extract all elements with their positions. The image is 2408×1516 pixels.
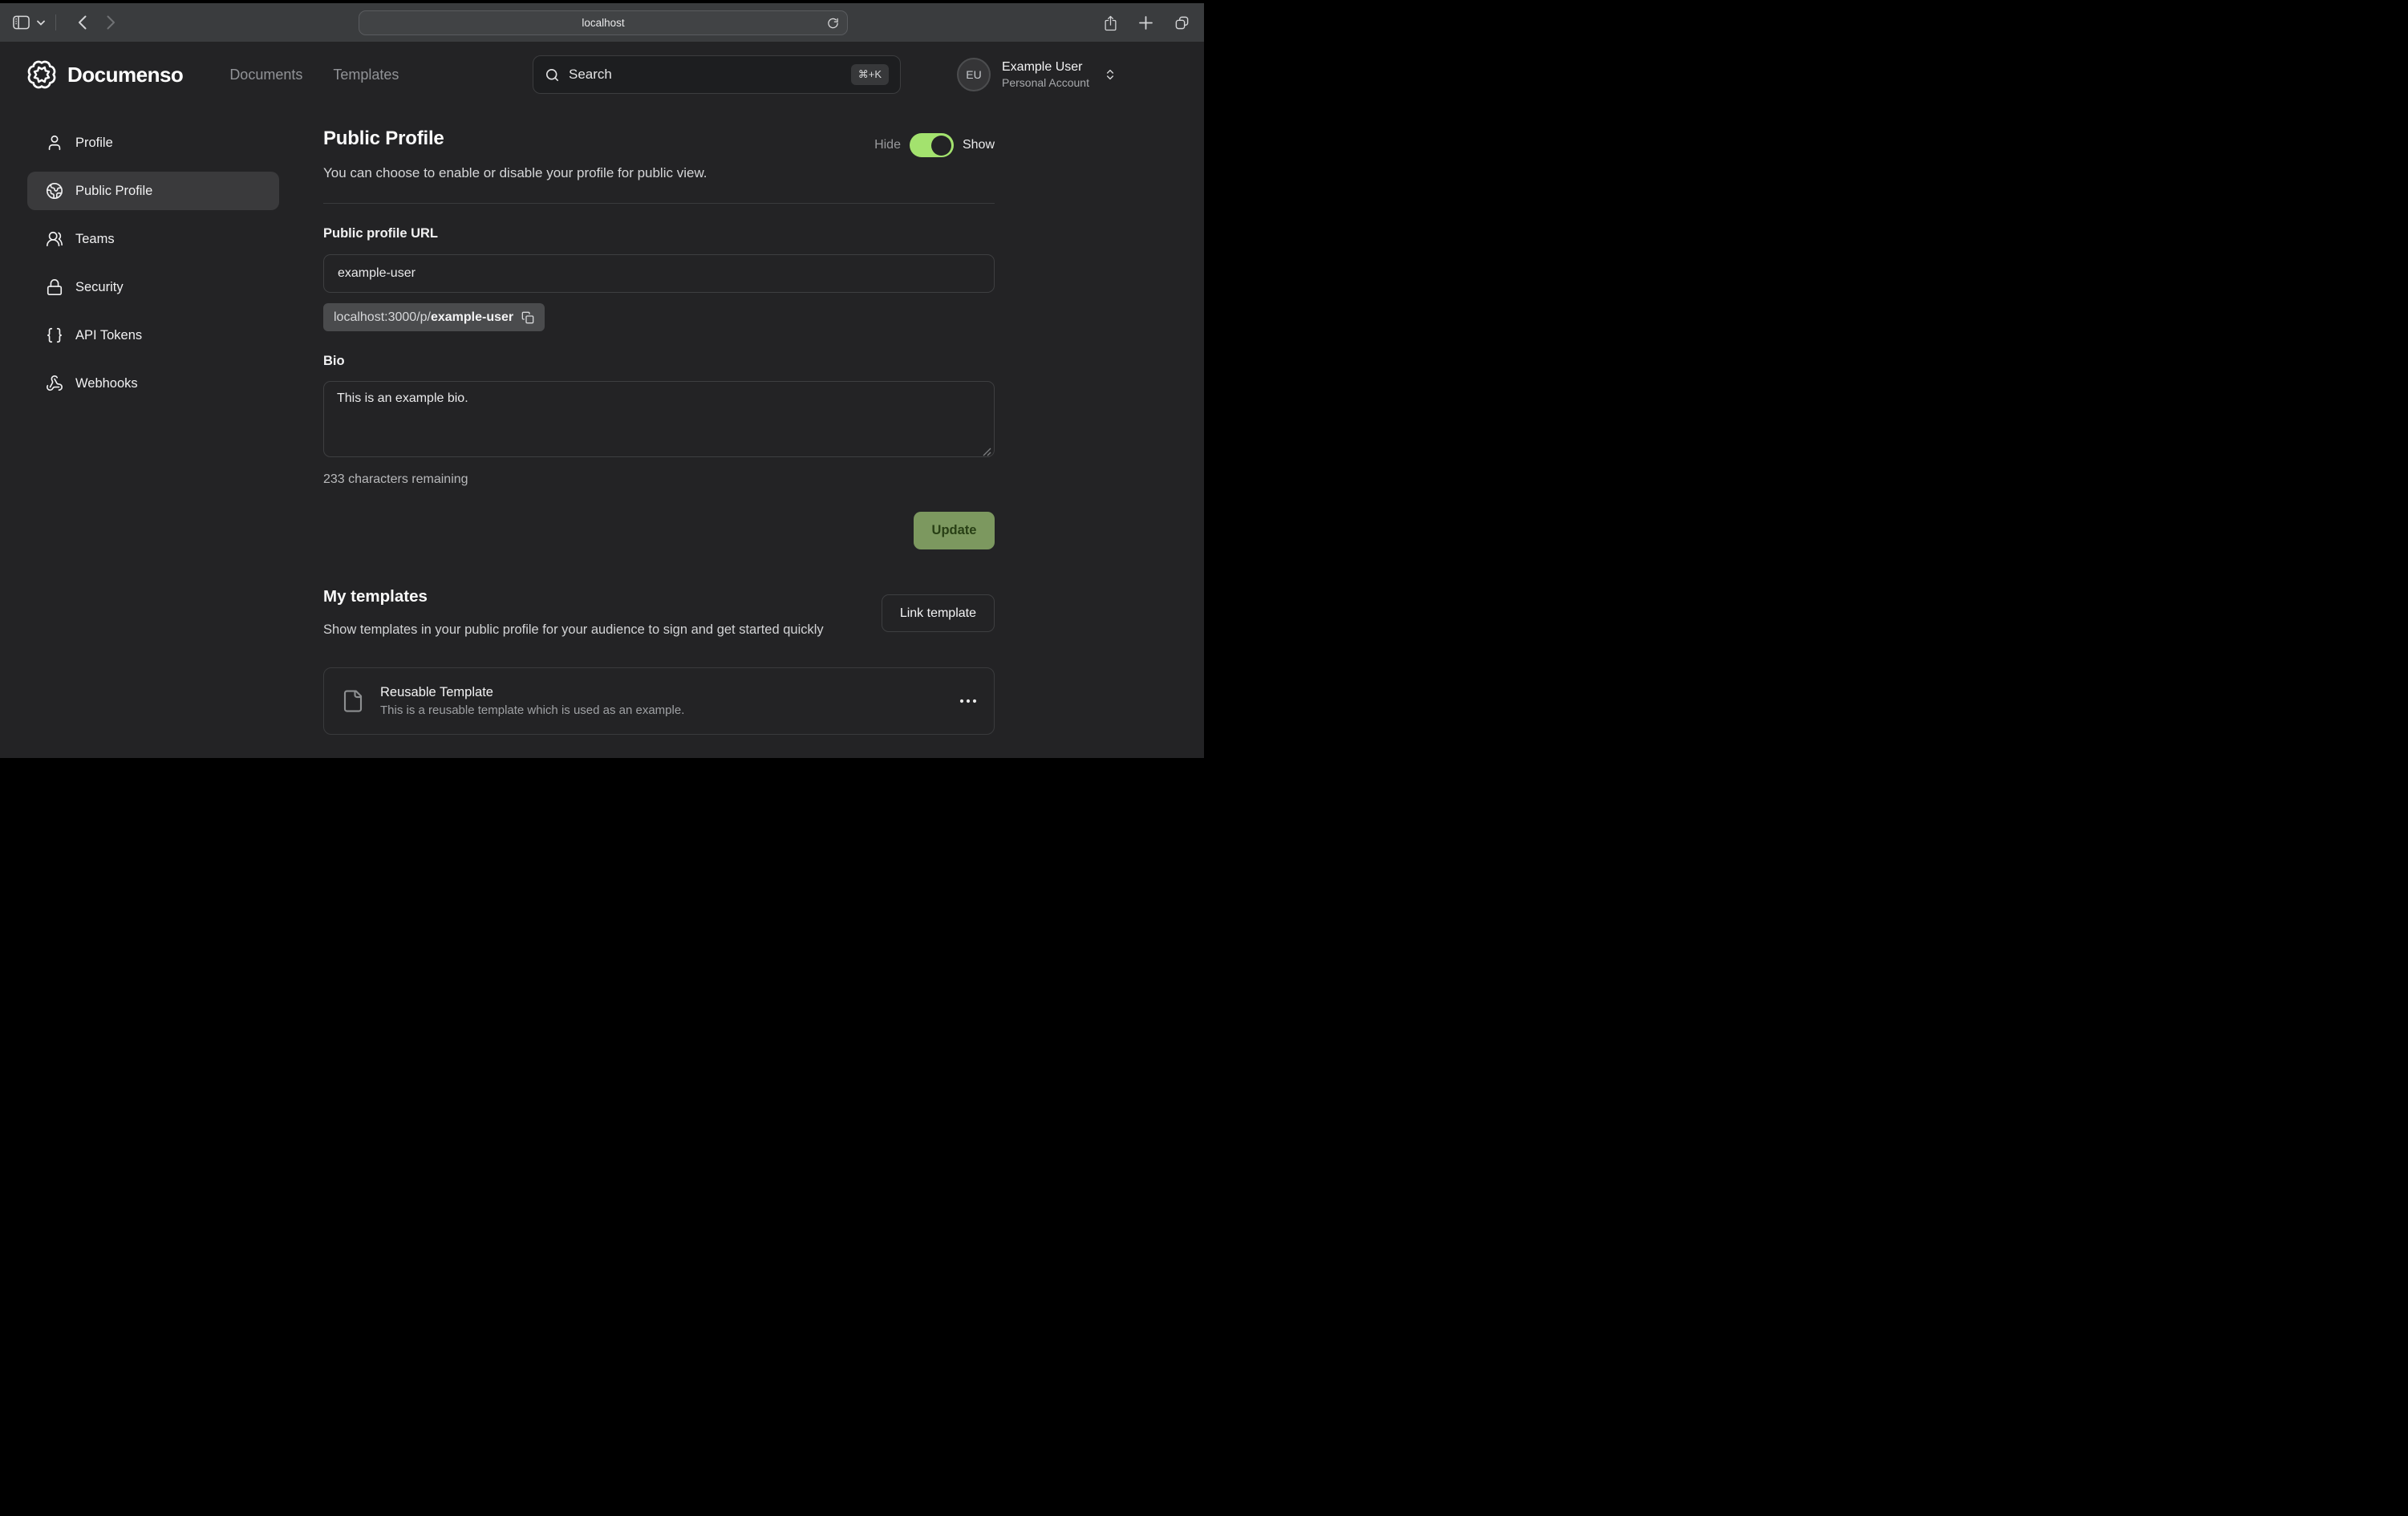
braces-icon [46,326,63,344]
search-input[interactable]: Search ⌘+K [533,55,901,94]
toggle-knob [931,136,951,156]
search-shortcut-badge: ⌘+K [851,64,889,85]
bio-characters-remaining: 233 characters remaining [323,472,995,487]
reload-icon[interactable] [827,17,839,30]
sidebar-item-label: Webhooks [75,376,138,391]
lock-icon [46,278,63,296]
new-tab-icon[interactable] [1139,16,1153,30]
page-subtitle: You can choose to enable or disable your… [323,165,995,181]
resize-handle-icon[interactable] [983,448,991,456]
search-icon [545,67,560,83]
sidebar-item-label: API Tokens [75,328,142,343]
link-template-button[interactable]: Link template [882,594,995,632]
documenso-app: Documenso Documents Templates Search ⌘+K… [0,43,1204,758]
sidebar-item-label: Public Profile [75,184,152,199]
user-icon [46,134,63,152]
template-description: This is a reusable template which is use… [380,703,684,717]
browser-toolbar: localhost [0,3,1204,43]
profile-visibility-toggle[interactable] [910,133,954,157]
sidebar-item-profile[interactable]: Profile [27,124,279,162]
sidebar-item-api-tokens[interactable]: API Tokens [27,316,279,355]
file-icon [341,687,365,715]
brand[interactable]: Documenso [26,59,183,90]
account-name: Example User [1002,59,1089,75]
account-type: Personal Account [1002,76,1089,90]
nav-templates[interactable]: Templates [333,67,399,83]
documenso-logo-icon [26,59,57,90]
copy-icon[interactable] [521,311,534,324]
sidebar-item-label: Security [75,280,124,295]
webhook-icon [46,375,63,392]
address-bar-url: localhost [582,17,624,29]
sidebar-item-security[interactable]: Security [27,268,279,306]
ellipsis-menu-icon[interactable] [959,699,977,703]
sidebar-item-teams[interactable]: Teams [27,220,279,258]
sidebar-item-label: Profile [75,136,113,151]
users-icon [46,230,63,248]
template-card: Reusable Template This is a reusable tem… [323,667,995,735]
public-profile-settings: Public Profile Hide Show You can choose … [323,107,995,735]
forward-icon[interactable] [107,15,116,30]
sidebar-item-webhooks[interactable]: Webhooks [27,364,279,403]
update-button[interactable]: Update [914,512,995,549]
chevron-down-icon[interactable] [37,20,45,26]
visibility-toggle-row: Hide Show [874,133,995,157]
template-name: Reusable Template [380,685,684,700]
address-bar[interactable]: localhost [359,10,848,35]
back-icon[interactable] [78,15,87,30]
app-header: Documenso Documents Templates Search ⌘+K… [0,43,1204,107]
bio-textarea[interactable]: This is an example bio. [323,381,995,457]
sidebar-item-label: Teams [75,232,115,247]
avatar: EU [957,58,991,91]
profile-url-input[interactable] [323,254,995,293]
settings-sidebar: Profile Public Profile Teams Security [27,124,279,412]
globe-icon [46,182,63,200]
sidebar-item-public-profile[interactable]: Public Profile [27,172,279,210]
profile-url-text: localhost:3000/p/example-user [334,310,513,325]
profile-url-preview[interactable]: localhost:3000/p/example-user [323,303,545,331]
my-templates-title: My templates [323,587,824,606]
section-divider [323,203,995,204]
bio-label: Bio [323,354,995,369]
profile-url-label: Public profile URL [323,226,995,241]
toggle-hide-label: Hide [874,138,901,152]
search-placeholder: Search [569,67,612,83]
toolbar-divider [55,14,56,30]
account-menu[interactable]: EU Example User Personal Account [957,58,1117,91]
my-templates-description: Show templates in your public profile fo… [323,620,824,640]
tabs-overview-icon[interactable] [1174,15,1190,30]
top-nav: Documents Templates [229,67,399,83]
share-icon[interactable] [1104,15,1117,31]
sidebar-toggle-icon[interactable] [13,15,30,30]
brand-name: Documenso [67,63,183,87]
nav-documents[interactable]: Documents [229,67,302,83]
chevrons-up-down-icon [1104,68,1117,81]
page-title: Public Profile [323,128,444,150]
toggle-show-label: Show [963,138,995,152]
